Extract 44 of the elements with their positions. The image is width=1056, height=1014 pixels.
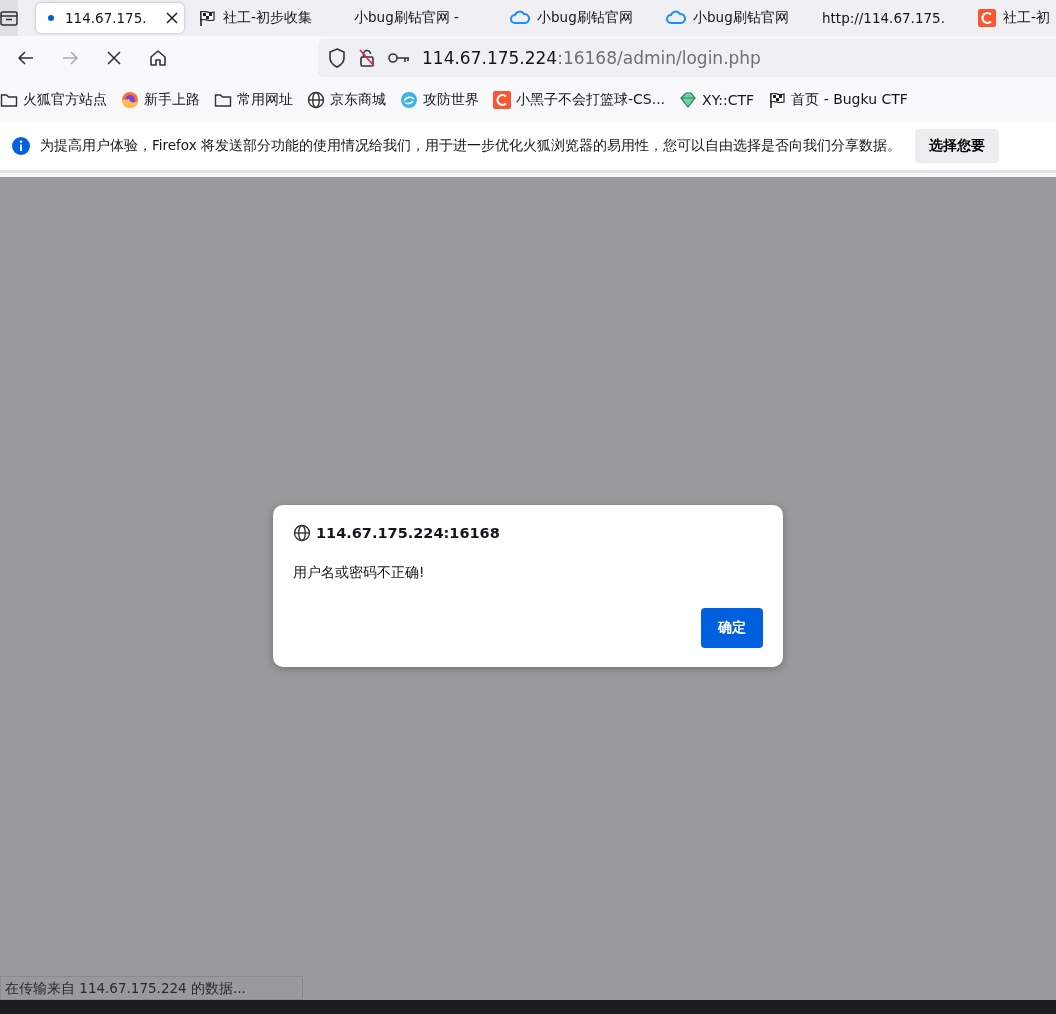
- browser-tab[interactable]: 社工-初步收集: [190, 3, 340, 33]
- cloud-icon: [666, 10, 686, 26]
- shield-icon[interactable]: [328, 48, 346, 68]
- url-text: 114.67.175.224:16168/admin/login.php: [422, 48, 761, 68]
- choose-button[interactable]: 选择您要: [915, 129, 999, 163]
- browser-tab[interactable]: 小bug刷钻官网: [658, 3, 808, 33]
- bookmark-item[interactable]: 小黑子不会打篮球-CS...: [493, 91, 666, 109]
- browser-tab[interactable]: 小bug刷钻官网 -: [346, 3, 496, 33]
- c-logo-icon: [978, 9, 996, 27]
- cloud-icon: [510, 10, 530, 26]
- browser-tab[interactable]: 社工-初: [970, 3, 1056, 33]
- bookmark-item[interactable]: 常用网址: [214, 91, 293, 109]
- c-logo-icon: [493, 91, 511, 109]
- loading-dot-icon: [48, 15, 54, 21]
- swirl-icon: [400, 91, 418, 109]
- folder-icon: [0, 92, 18, 108]
- bookmark-item[interactable]: 京东商城: [307, 91, 386, 109]
- flag-icon: [768, 91, 787, 109]
- bookmark-item[interactable]: 火狐官方站点: [0, 91, 107, 109]
- firefox-icon: [121, 91, 139, 109]
- browser-tab[interactable]: 114.67.175.: [36, 3, 184, 33]
- dialog-title: 114.67.175.224:16168: [316, 525, 500, 541]
- browser-tab[interactable]: http://114.67.175.: [814, 3, 964, 33]
- confirm-button[interactable]: 确定: [701, 608, 763, 648]
- globe-icon: [307, 91, 325, 109]
- status-text: 在传输来自 114.67.175.224 的数据...: [0, 976, 303, 1000]
- bookmark-item[interactable]: 攻防世界: [400, 91, 479, 109]
- dialog-message: 用户名或密码不正确!: [293, 564, 426, 582]
- tab-overview-button[interactable]: [0, 0, 18, 36]
- diamond-icon: [679, 91, 698, 109]
- bookmark-item[interactable]: 首页 - Bugku CTF: [768, 91, 908, 109]
- folder-icon: [214, 92, 232, 108]
- bookmark-item[interactable]: XY::CTF: [679, 91, 755, 109]
- bookmark-item[interactable]: 新手上路: [121, 91, 200, 109]
- browser-tab[interactable]: 小bug刷钻官网: [502, 3, 652, 33]
- info-icon: [11, 136, 31, 156]
- address-bar[interactable]: 114.67.175.224:16168/admin/login.php: [318, 39, 1056, 77]
- home-icon[interactable]: [147, 47, 169, 69]
- globe-icon: [293, 524, 311, 542]
- key-icon[interactable]: [388, 52, 410, 64]
- crossed-lock-icon[interactable]: [358, 48, 376, 68]
- flag-icon: [198, 9, 216, 27]
- notification-message: 为提高用户体验，Firefox 将发送部分功能的使用情况给我们，用于进一步优化火狐浏览器的易用性，您可以自由选择是否向我们分享数据。: [40, 137, 901, 155]
- close-icon[interactable]: [166, 12, 178, 24]
